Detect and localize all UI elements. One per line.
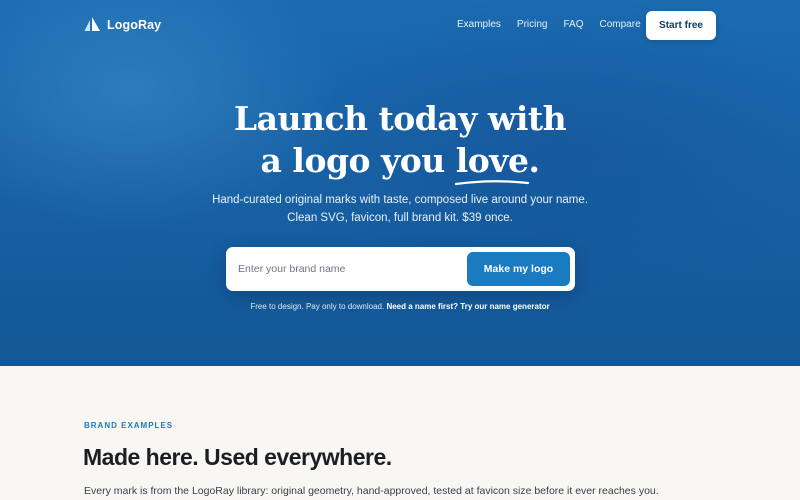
headline-line-2-prefix: a logo you bbox=[260, 141, 456, 180]
nav-link-compare[interactable]: Compare bbox=[600, 19, 641, 30]
section-eyebrow: BRAND EXAMPLES bbox=[84, 421, 174, 430]
nav-link-examples[interactable]: Examples bbox=[457, 19, 501, 30]
headline-line-2-suffix: . bbox=[528, 141, 540, 180]
brand-name: LogoRay bbox=[107, 17, 162, 32]
underline-swash-icon bbox=[454, 180, 529, 186]
nav-link-pricing[interactable]: Pricing bbox=[517, 19, 548, 30]
hero-section: LogoRay Examples Pricing FAQ Compare Sta… bbox=[0, 0, 800, 366]
subtext-line-1: Hand-curated original marks with taste, … bbox=[212, 194, 588, 206]
brand-examples-section: BRAND EXAMPLES Made here. Used everywher… bbox=[0, 366, 800, 500]
start-free-button[interactable]: Start free bbox=[646, 11, 716, 40]
sail-logo-icon bbox=[84, 17, 101, 32]
hero-headline: Launch today with a logo you love. bbox=[0, 98, 800, 186]
subtext-line-2: Clean SVG, favicon, full brand kit. $39 … bbox=[287, 212, 513, 224]
name-generator-link[interactable]: Need a name first? Try our name generato… bbox=[386, 302, 549, 311]
section-description: Every mark is from the LogoRay library: … bbox=[84, 485, 659, 497]
hero-subtext: Hand-curated original marks with taste, … bbox=[0, 191, 800, 227]
headline-emphasis-word: love bbox=[455, 141, 529, 180]
nav-link-faq[interactable]: FAQ bbox=[563, 19, 583, 30]
top-nav: LogoRay Examples Pricing FAQ Compare Sta… bbox=[0, 0, 800, 52]
make-logo-button[interactable]: Make my logo bbox=[467, 252, 570, 286]
section-title: Made here. Used everywhere. bbox=[83, 444, 392, 470]
note-text: Free to design. Pay only to download. bbox=[250, 302, 385, 311]
headline-line-1: Launch today with bbox=[233, 99, 567, 138]
brand-logo[interactable]: LogoRay bbox=[84, 17, 161, 32]
nav-links: Examples Pricing FAQ Compare bbox=[457, 19, 657, 30]
hero-note: Free to design. Pay only to download. Ne… bbox=[0, 302, 800, 311]
brand-name-input[interactable] bbox=[238, 259, 458, 279]
headline-emphasis: love bbox=[454, 140, 529, 186]
